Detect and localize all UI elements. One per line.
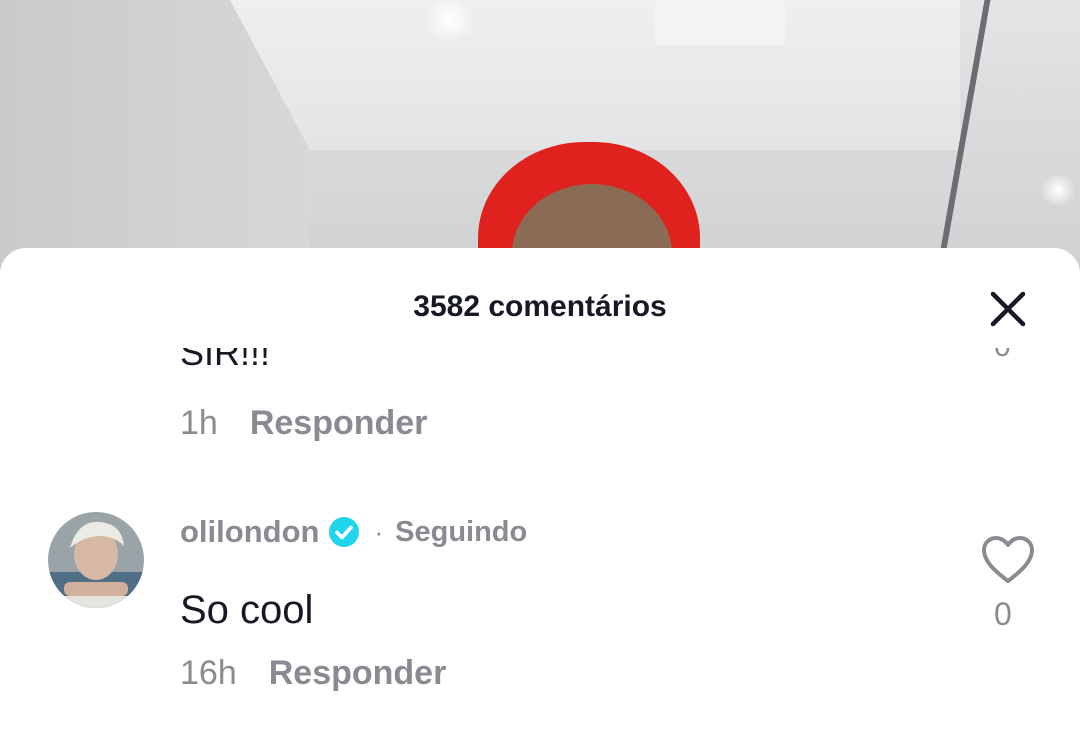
avatar-image [48, 512, 144, 608]
verified-badge-icon [329, 517, 360, 547]
separator-dot: · [374, 516, 384, 547]
comments-list[interactable]: SIR!!! 0 1h Responder olilondon · Segu [0, 348, 1080, 730]
comments-header: 3582 comentários [0, 278, 1080, 338]
comment-text: So cool [180, 588, 314, 632]
comment-header: olilondon · Seguindo [180, 514, 527, 550]
previous-comment-text: SIR!!! [180, 348, 271, 373]
ceiling-vent [655, 0, 785, 45]
previous-comment-meta: 1h Responder [180, 404, 427, 443]
avatar[interactable] [48, 512, 144, 608]
comment-time: 16h [180, 654, 237, 692]
comment-meta: 16h Responder [180, 654, 446, 693]
close-icon [990, 291, 1026, 327]
reply-button[interactable]: Responder [250, 404, 428, 443]
like-count: 0 [994, 596, 1012, 632]
comments-sheet: 3582 comentários SIR!!! 0 1h Responder [0, 248, 1080, 730]
heart-outline-icon [982, 536, 1034, 583]
following-label: Seguindo [395, 515, 528, 548]
ceiling-light [420, 0, 480, 40]
username[interactable]: olilondon [180, 514, 319, 550]
ceiling-light [1038, 175, 1078, 205]
previous-comment-like-count: 0 [994, 348, 1011, 364]
like-button[interactable] [980, 534, 1036, 586]
reply-button[interactable]: Responder [269, 654, 447, 693]
previous-comment-time: 1h [180, 404, 218, 442]
ceiling [230, 0, 960, 150]
comments-count-title: 3582 comentários [413, 290, 667, 323]
close-button[interactable] [985, 286, 1031, 332]
